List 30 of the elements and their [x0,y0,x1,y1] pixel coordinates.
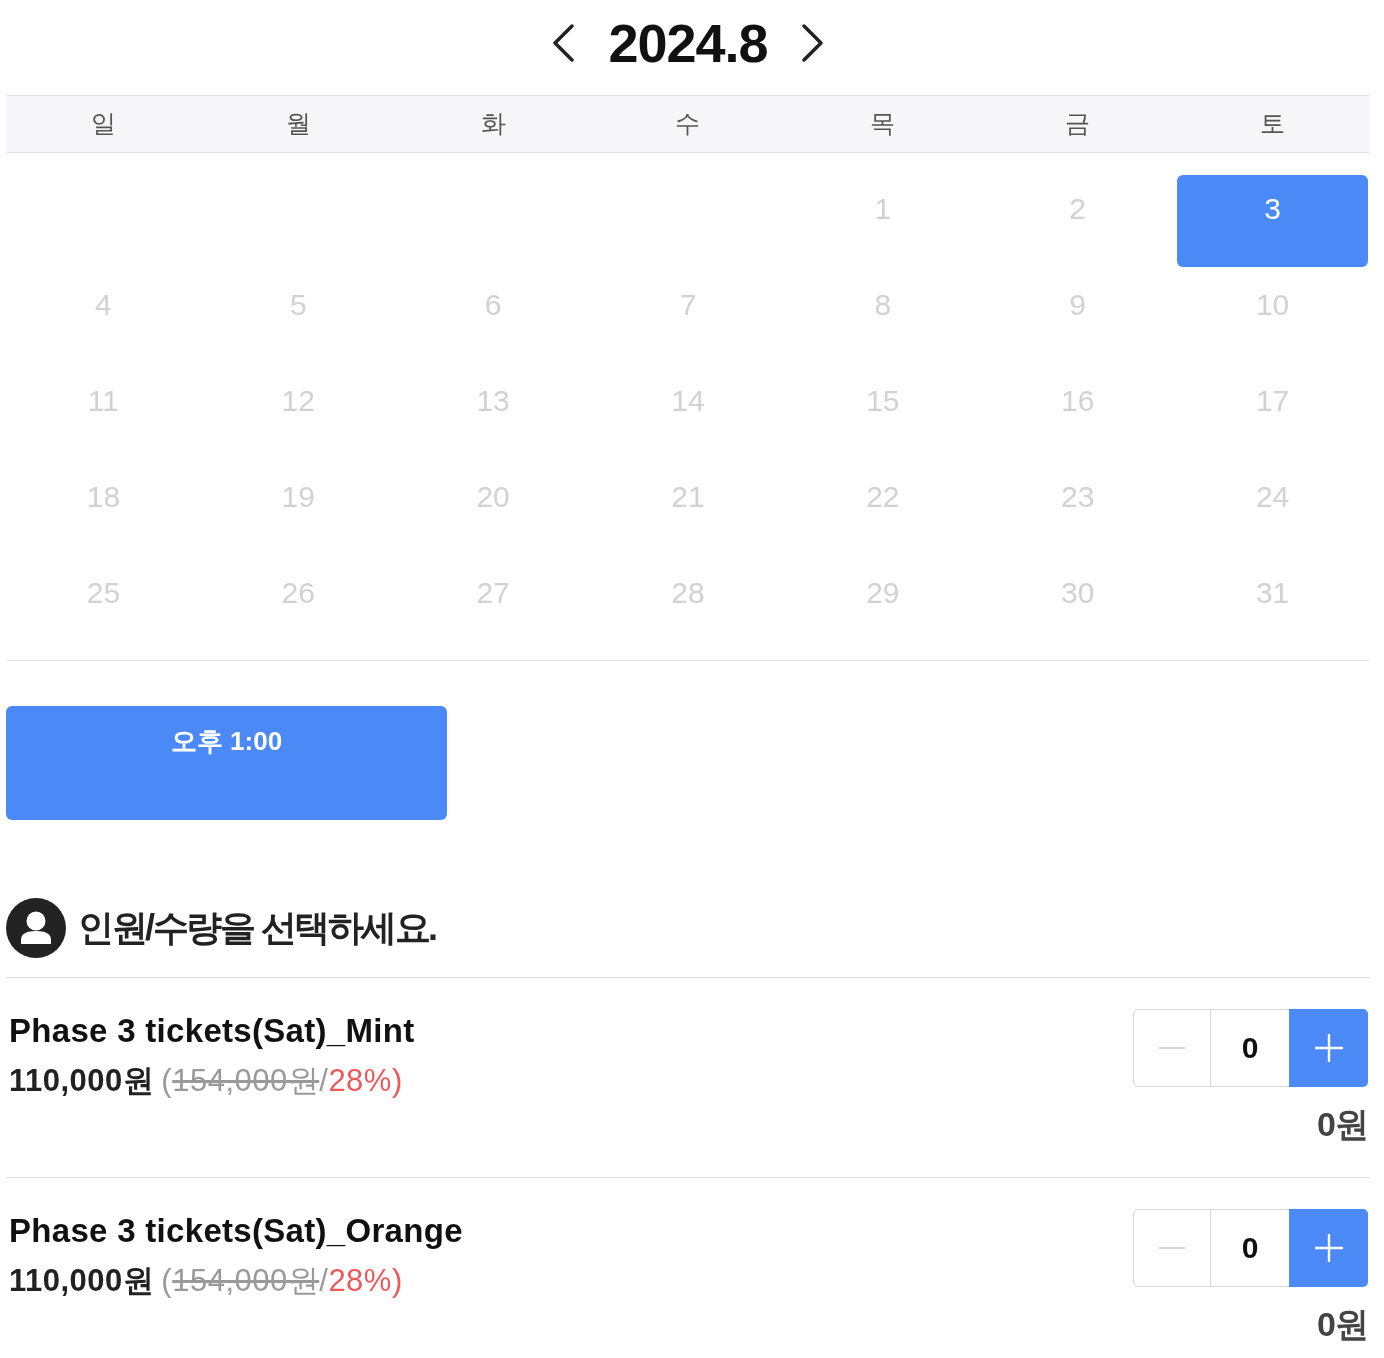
weekday-label: 금 [1065,108,1091,140]
calendar-day[interactable]: 3 [1177,175,1368,267]
original-price-discount: (154,000원/28%) [161,1262,403,1300]
minus-icon [1159,1247,1185,1249]
line-total: 0원 [1317,1304,1368,1344]
weekday-label: 목 [870,108,896,140]
quantity-field[interactable]: 0 [1211,1209,1289,1287]
chevron-right-icon [800,24,825,62]
product-name: Phase 3 tickets(Sat)_Mint [9,1011,415,1051]
product-name: Phase 3 tickets(Sat)_Orange [9,1211,463,1251]
weekday-label: 화 [480,108,506,140]
sale-price: 110,000원 [9,1062,155,1100]
quantity-field[interactable]: 0 [1211,1009,1289,1087]
original-price-discount: (154,000원/28%) [161,1062,403,1100]
user-icon [6,898,66,958]
chevron-left-icon [551,24,576,62]
time-slot-button[interactable]: 오후 1:00 [6,706,447,820]
weekday-label: 수 [675,108,701,140]
section-heading: 인원/수량을 선택하세요. [78,906,436,950]
weekday-label: 월 [285,108,311,140]
line-total: 0원 [1317,1104,1368,1144]
minus-icon [1159,1047,1185,1049]
plus-icon [1314,1034,1343,1062]
weekday-label: 토 [1260,108,1286,140]
increase-button[interactable] [1289,1209,1368,1287]
increase-button[interactable] [1289,1009,1368,1087]
month-title: 2024.8 [608,12,768,74]
sale-price: 110,000원 [9,1262,155,1300]
weekday-label: 일 [90,108,116,140]
plus-icon [1314,1234,1343,1262]
